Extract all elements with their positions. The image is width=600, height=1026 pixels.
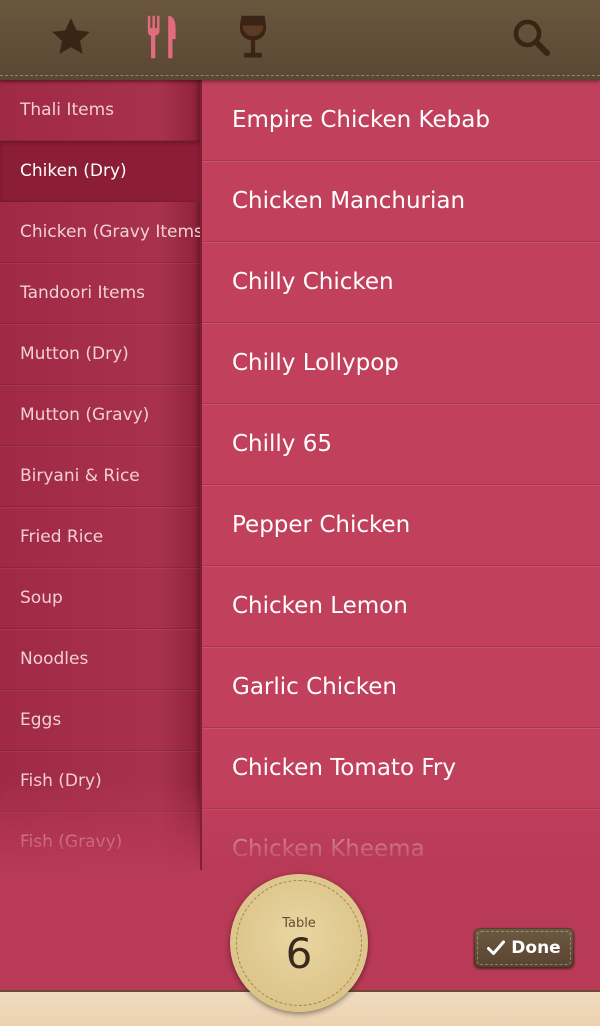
food-menu-button[interactable]	[137, 14, 187, 60]
category-item-chiken-dry[interactable]: Chiken (Dry)	[0, 141, 200, 202]
category-item-mutton-gravy[interactable]: Mutton (Gravy)	[0, 385, 200, 446]
category-item-thali-items[interactable]: Thali Items	[0, 80, 200, 141]
category-item-eggs[interactable]: Eggs	[0, 690, 200, 751]
done-button[interactable]: Done	[474, 928, 574, 968]
menu-item[interactable]: Pepper Chicken	[202, 485, 600, 566]
category-item-biryani-rice[interactable]: Biryani & Rice	[0, 446, 200, 507]
menu-item[interactable]: Chilly 65	[202, 404, 600, 485]
done-label: Done	[511, 938, 561, 958]
search-icon	[513, 19, 551, 57]
category-item-mutton-dry[interactable]: Mutton (Dry)	[0, 324, 200, 385]
wine-glass-icon	[239, 15, 267, 58]
category-item-chicken-gravy[interactable]: Chicken (Gravy Items)	[0, 202, 200, 263]
category-item-soup[interactable]: Soup	[0, 568, 200, 629]
menu-item[interactable]: Chicken Tomato Fry	[202, 728, 600, 809]
category-item-noodles[interactable]: Noodles	[0, 629, 200, 690]
search-button[interactable]	[506, 14, 556, 60]
table-number-badge[interactable]: Table 6	[230, 874, 368, 1012]
table-label: Table	[282, 915, 316, 931]
category-item-tandoori[interactable]: Tandoori Items	[0, 263, 200, 324]
menu-item[interactable]: Garlic Chicken	[202, 647, 600, 728]
menu-item-list: Empire Chicken Kebab Chicken Manchurian …	[200, 80, 600, 870]
category-item-fish-gravy[interactable]: Fish (Gravy)	[0, 812, 200, 870]
menu-item[interactable]: Chilly Chicken	[202, 242, 600, 323]
menu-item[interactable]: Chicken Lemon	[202, 566, 600, 647]
category-item-fried-rice[interactable]: Fried Rice	[0, 507, 200, 568]
top-toolbar	[0, 0, 600, 80]
menu-item[interactable]: Chicken Manchurian	[202, 161, 600, 242]
favorites-button[interactable]	[46, 14, 96, 60]
category-sidebar: Thali Items Chiken (Dry) Chicken (Gravy …	[0, 80, 200, 870]
menu-item[interactable]: Chicken Kheema	[202, 809, 600, 870]
menu-item[interactable]: Empire Chicken Kebab	[202, 80, 600, 161]
star-icon	[52, 18, 90, 54]
checkmark-icon	[487, 940, 506, 955]
menu-item[interactable]: Chilly Lollypop	[202, 323, 600, 404]
category-item-fish-dry[interactable]: Fish (Dry)	[0, 751, 200, 812]
table-number: 6	[285, 928, 313, 978]
drinks-button[interactable]	[228, 14, 278, 60]
cutlery-icon	[147, 15, 176, 59]
